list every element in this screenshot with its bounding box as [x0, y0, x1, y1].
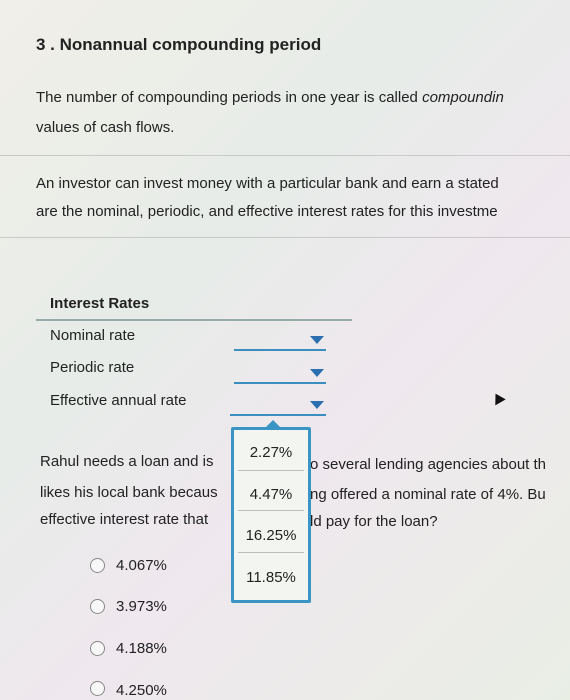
loan-question-line-2a: likes his local bank becaus	[40, 484, 218, 501]
paragraph-2-line-2: are the nominal, periodic, and effective…	[36, 203, 498, 220]
paragraph-1-line-1: The number of compounding periods in one…	[36, 89, 504, 106]
loan-question-line-3b: ld pay for the loan?	[310, 513, 438, 530]
mouse-cursor-icon	[490, 390, 506, 406]
dropdown-option[interactable]: 16.25%	[234, 527, 308, 544]
dropdown-periodic-rate[interactable]	[234, 364, 326, 384]
chevron-down-icon	[310, 336, 324, 344]
answer-label-2: 3.973%	[116, 598, 167, 615]
popup-notch	[264, 420, 282, 429]
dropdown-effective-rate[interactable]	[230, 396, 326, 416]
row-label-effective: Effective annual rate	[50, 392, 187, 409]
paragraph-1-line-2: values of cash flows.	[36, 119, 175, 136]
row-label-periodic: Periodic rate	[50, 359, 135, 376]
radio-option-1[interactable]	[90, 558, 105, 573]
table-header: Interest Rates	[50, 295, 150, 312]
chevron-down-icon	[310, 369, 324, 377]
table-rule	[36, 319, 352, 321]
italic-term: compoundin	[422, 89, 504, 106]
option-divider	[238, 552, 304, 553]
loan-question-line-1b: o several lending agencies about th	[310, 456, 547, 473]
loan-question-line-3a: effective interest rate that	[40, 511, 209, 528]
radio-option-3[interactable]	[90, 641, 105, 656]
answer-label-3: 4.188%	[116, 640, 167, 657]
loan-question-line-1a: Rahul needs a loan and is	[40, 453, 214, 470]
paragraph-2-line-1: An investor can invest money with a part…	[36, 175, 499, 192]
option-divider	[238, 470, 304, 471]
loan-question-line-2b: ng offered a nominal rate of 4%. Bu	[310, 486, 546, 503]
chevron-down-icon	[310, 401, 324, 409]
option-divider	[238, 510, 304, 511]
answer-label-4: 4.250%	[116, 682, 167, 699]
row-label-nominal: Nominal rate	[50, 327, 136, 344]
dropdown-option[interactable]: 4.47%	[234, 486, 308, 503]
radio-option-2[interactable]	[90, 599, 105, 614]
paragraph-text: The number of compounding periods in one…	[36, 89, 423, 106]
question-title: 3 . Nonannual compounding period	[36, 35, 322, 54]
dropdown-options-popup: 2.27% 4.47% 16.25% 11.85%	[231, 420, 311, 603]
answer-label-1: 4.067%	[116, 557, 167, 574]
divider	[0, 237, 570, 238]
radio-option-4[interactable]	[90, 681, 105, 696]
dropdown-option[interactable]: 2.27%	[234, 444, 308, 461]
divider	[0, 155, 570, 156]
dropdown-nominal-rate[interactable]	[234, 331, 326, 351]
dropdown-option[interactable]: 11.85%	[234, 569, 308, 586]
